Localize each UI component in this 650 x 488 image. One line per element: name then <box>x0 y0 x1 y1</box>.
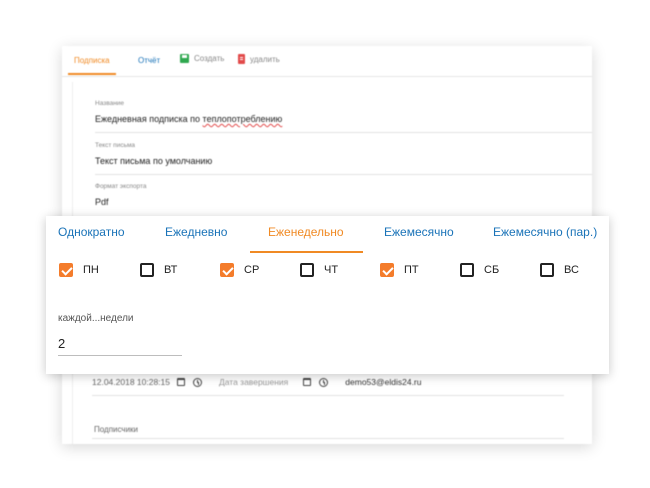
schedule-tabs: Однократно Ежедневно Еженедельно Ежемеся… <box>46 216 609 253</box>
name-value-misspelled: теплопотреблению <box>202 114 283 124</box>
export-format-field[interactable]: Pdf <box>95 197 109 207</box>
email-field[interactable]: demo53@eldis24.ru <box>345 377 421 387</box>
name-field-underline <box>95 132 592 133</box>
letter-field[interactable]: Текст письма по умолчанию <box>95 156 212 166</box>
checkbox[interactable] <box>300 263 314 277</box>
clock-icon[interactable] <box>319 377 329 387</box>
calendar-icon[interactable] <box>303 378 312 386</box>
day-label: ВС <box>564 264 579 276</box>
day-label: ПТ <box>404 264 419 276</box>
save-icon <box>180 54 189 63</box>
checkbox[interactable] <box>540 263 554 277</box>
subscribers-underline <box>92 438 564 439</box>
tab-once[interactable]: Однократно <box>58 225 125 239</box>
clock-icon[interactable] <box>193 377 202 387</box>
subscribers-label: Подписчики <box>94 425 139 434</box>
date-row-underline <box>92 395 564 396</box>
day-checkbox-mon[interactable]: ПН <box>59 263 99 277</box>
date-row: 12.04.2018 10:28:15 Дата завершения demo… <box>92 377 421 387</box>
interval-label: каждой...недели <box>58 313 134 324</box>
checkbox[interactable] <box>460 263 474 277</box>
tab-subscription[interactable]: Подписка <box>68 56 116 75</box>
day-checkbox-fri[interactable]: ПТ <box>380 263 419 277</box>
day-checkbox-sat[interactable]: СБ <box>460 263 499 277</box>
delete-button[interactable]: удалить <box>238 54 280 64</box>
tab-report[interactable]: Отчёт <box>138 56 160 65</box>
name-value-prefix: Ежедневная подписка по <box>95 114 203 124</box>
weekday-selector: ПН ВТ СР ЧТ ПТ СБ ВС <box>46 263 609 281</box>
day-checkbox-tue[interactable]: ВТ <box>140 263 177 277</box>
day-checkbox-wed[interactable]: СР <box>220 263 259 277</box>
checkbox[interactable] <box>59 263 73 277</box>
day-label: ЧТ <box>324 264 339 276</box>
checkbox[interactable] <box>220 263 234 277</box>
trash-icon <box>238 54 245 64</box>
name-field-label: Название <box>95 100 125 107</box>
form-toolbar: Подписка Отчёт Создать удалить <box>62 46 592 77</box>
delete-button-label: удалить <box>250 54 280 64</box>
day-label: ВТ <box>164 264 178 276</box>
active-tab-indicator <box>250 251 363 253</box>
schedule-panel: Однократно Ежедневно Еженедельно Ежемеся… <box>46 216 609 374</box>
name-field[interactable]: Ежедневная подписка по теплопотреблению <box>95 114 282 124</box>
create-button[interactable]: Создать <box>180 54 224 63</box>
checkbox[interactable] <box>380 263 394 277</box>
create-button-label: Создать <box>194 54 225 63</box>
calendar-icon[interactable] <box>177 378 185 386</box>
tab-daily[interactable]: Ежедневно <box>165 225 227 239</box>
week-interval-input[interactable] <box>58 331 182 356</box>
start-datetime-field[interactable]: 12.04.2018 10:28:15 <box>92 377 170 387</box>
letter-field-underline <box>95 174 592 175</box>
tab-monthly-par[interactable]: Ежемесячно (пар.) <box>493 225 597 239</box>
day-label: СР <box>244 264 260 276</box>
day-checkbox-thu[interactable]: ЧТ <box>300 263 338 277</box>
export-field-label: Формат экспорта <box>95 183 147 190</box>
day-checkbox-sun[interactable]: ВС <box>540 263 579 277</box>
day-label: ПН <box>83 264 99 276</box>
tab-monthly[interactable]: Ежемесячно <box>384 225 454 239</box>
checkbox[interactable] <box>140 263 154 277</box>
tab-weekly[interactable]: Еженедельно <box>268 225 344 239</box>
letter-field-label: Текст письма <box>95 142 136 149</box>
day-label: СБ <box>484 264 500 276</box>
end-date-field[interactable]: Дата завершения <box>219 377 288 387</box>
